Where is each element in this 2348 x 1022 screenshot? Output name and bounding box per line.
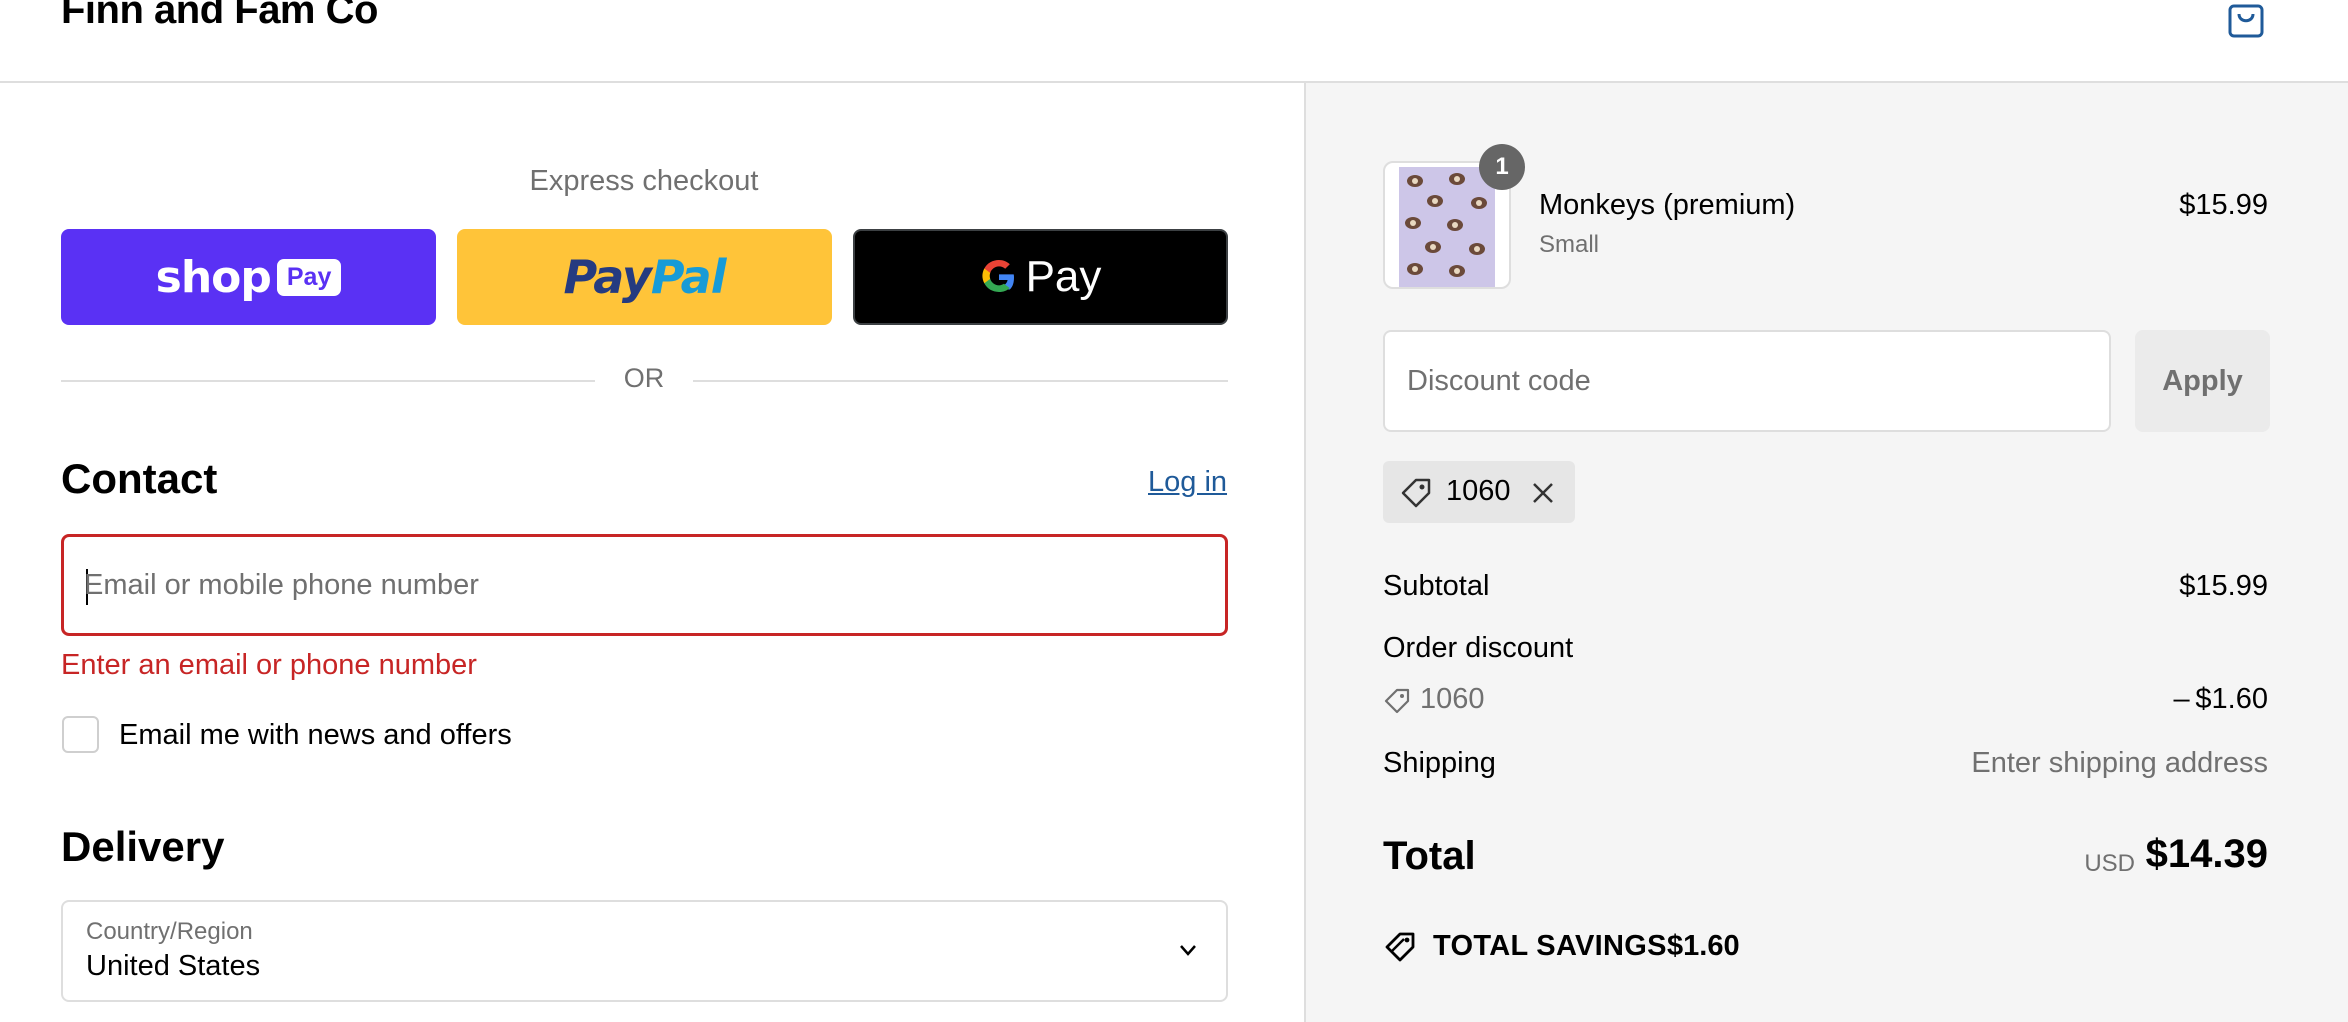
shopping-bag-icon[interactable] [2226,0,2266,38]
divider-right [693,380,1228,382]
country-select[interactable]: Country/Region United States [61,900,1228,1002]
newsletter-label[interactable]: Email me with news and offers [119,719,512,752]
shop-pay-logo-word: shop [155,251,272,303]
close-icon[interactable] [1529,479,1557,507]
email-input[interactable] [84,537,1204,633]
total-value: $14.39 [2145,832,2268,876]
order-summary: 1 Monkeys (premium) Small $15.99 Apply 1… [1304,83,2348,1022]
country-value: United States [86,950,261,982]
contact-title: Contact [61,455,218,502]
savings-tag-icon [1385,932,1415,962]
applied-discount-code: 1060 [1446,475,1511,507]
subtotal-label: Subtotal [1383,570,1490,602]
email-field[interactable] [61,534,1228,636]
product-name: Monkeys (premium) [1539,189,1796,221]
or-divider-text: OR [623,363,665,393]
product-price: $15.99 [2179,189,2268,221]
chevron-down-icon [1180,945,1196,956]
total-label: Total [1383,834,1476,878]
order-discount-code: 1060 [1420,683,1485,715]
divider-left [61,380,595,382]
google-pay-word: Pay [1025,252,1102,301]
shipping-label: Shipping [1383,747,1496,779]
total-savings-value: $1.60 [1667,930,1740,962]
checkout-form: Express checkout shop Pay PayPal Pay OR … [0,83,1304,1022]
paypal-button[interactable]: PayPal [457,229,832,325]
country-label: Country/Region [86,918,253,945]
google-g-icon [981,260,1014,292]
shop-pay-logo-chip: Pay [276,258,342,296]
shop-pay-button[interactable]: shop Pay [61,229,436,325]
site-header: Finn and Fam Co [0,0,2348,83]
paypal-logo: PayPal [563,250,727,304]
quantity-badge: 1 [1479,144,1525,190]
product-variant: Small [1539,231,1600,258]
express-checkout-title: Express checkout [529,165,759,197]
log-in-link[interactable]: Log in [1148,466,1227,499]
total-currency: USD [2084,850,2135,877]
order-discount-value: – $1.60 [2173,683,2268,715]
product-image [1399,167,1495,287]
apply-discount-button[interactable]: Apply [2135,330,2270,432]
store-name[interactable]: Finn and Fam Co [61,0,378,33]
shipping-value: Enter shipping address [1971,747,2268,779]
discount-code-input[interactable] [1407,332,2097,430]
discount-code-field[interactable] [1383,330,2111,432]
newsletter-checkbox[interactable] [62,716,99,753]
applied-discount-chip: 1060 [1383,461,1575,523]
order-discount-label: Order discount [1383,632,1574,664]
delivery-title: Delivery [61,823,225,870]
email-error-message: Enter an email or phone number [61,649,477,681]
google-pay-button[interactable]: Pay [853,229,1228,325]
subtotal-value: $15.99 [2179,570,2268,602]
total-savings-label: TOTAL SAVINGS [1433,930,1667,962]
tag-icon [1384,688,1410,714]
tag-icon [1401,478,1431,508]
